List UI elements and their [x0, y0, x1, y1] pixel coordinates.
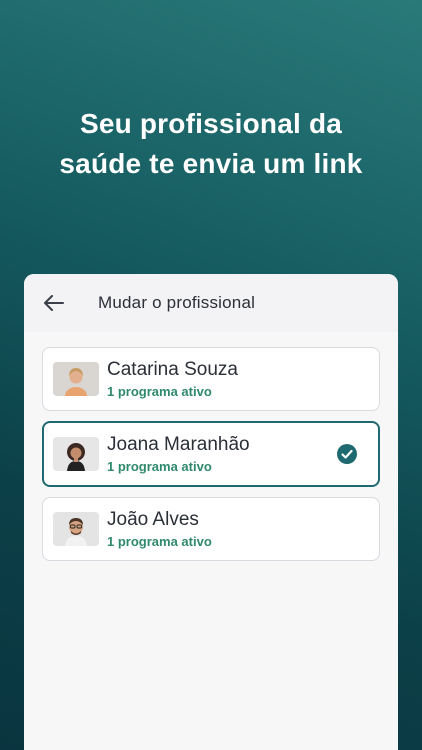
- card-title: Mudar o profissional: [98, 293, 256, 312]
- professional-name: Joana Maranhão: [107, 434, 250, 455]
- professional-name: João Alves: [107, 509, 199, 530]
- back-button[interactable]: [42, 291, 66, 315]
- headline: Seu profissional da saúde te envia um li…: [0, 104, 422, 184]
- avatar: [53, 437, 99, 471]
- card-header: Mudar o profissional: [24, 274, 398, 332]
- professional-item-joao-alves[interactable]: João Alves 1 programa ativo: [42, 497, 380, 561]
- professional-selection-card: Mudar o profissional Catarina Souza 1 pr…: [24, 274, 398, 750]
- headline-line-1: Seu profissional da: [79, 108, 343, 139]
- arrow-left-icon: [44, 295, 64, 311]
- professional-active-programs: 1 programa ativo: [107, 384, 212, 399]
- professional-active-programs: 1 programa ativo: [107, 534, 212, 549]
- headline-line-2: saúde te envia um link: [59, 148, 363, 179]
- check-circle-icon: [337, 444, 357, 464]
- professional-active-programs: 1 programa ativo: [107, 459, 212, 474]
- professional-list: Catarina Souza 1 programa ativo Joana Ma…: [24, 332, 398, 561]
- avatar: [53, 512, 99, 546]
- professional-name: Catarina Souza: [107, 359, 238, 380]
- avatar: [53, 362, 99, 396]
- professional-item-catarina-souza[interactable]: Catarina Souza 1 programa ativo: [42, 347, 380, 411]
- professional-item-joana-maranhao[interactable]: Joana Maranhão 1 programa ativo: [42, 421, 380, 487]
